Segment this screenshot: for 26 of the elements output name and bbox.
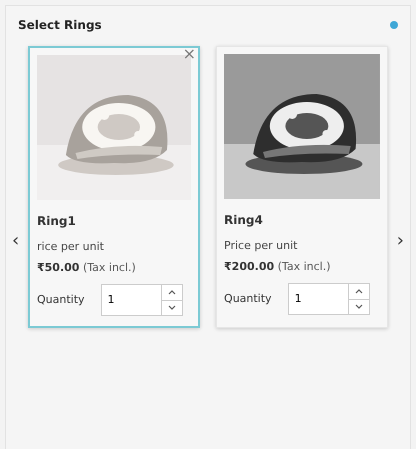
price: ₹200.00: [224, 260, 274, 272]
tax-note: (Tax incl.): [82, 260, 136, 274]
product-card[interactable]: Ring4 Price per unit ₹200.00 (Tax incl.) Quantity 1: [216, 46, 388, 328]
increment-button[interactable]: [162, 285, 182, 300]
decrement-button[interactable]: [162, 300, 182, 315]
price: ₹50.00: [37, 260, 80, 274]
chevron-up-icon: [168, 290, 176, 295]
quantity-field[interactable]: 1: [288, 283, 348, 315]
chevron-up-icon: [354, 288, 363, 294]
price-label: Price per unit: [224, 238, 298, 254]
increment-button[interactable]: [348, 284, 369, 298]
quantity-label: Quantity: [224, 290, 272, 307]
product-card[interactable]: Ring1 rice per unit ₹50.00 (Tax incl.) Quantity 1 ×: [28, 46, 200, 328]
tax-note: (Tax incl.): [278, 260, 330, 272]
chevron-down-icon: [168, 305, 176, 310]
quantity-label: Quantity: [37, 292, 85, 308]
panel-title: Select Rings: [18, 17, 102, 34]
quantity-field[interactable]: 1: [100, 284, 161, 316]
chevron-down-icon: [354, 304, 363, 310]
price-label: rice per unit: [37, 239, 105, 255]
close-button[interactable]: ×: [182, 46, 196, 62]
previous-button[interactable]: ‹: [12, 232, 20, 250]
product-name: Ring4: [224, 212, 264, 229]
product-name: Ring1: [37, 213, 77, 230]
decrement-button[interactable]: [348, 298, 369, 314]
next-button[interactable]: ›: [396, 232, 404, 250]
